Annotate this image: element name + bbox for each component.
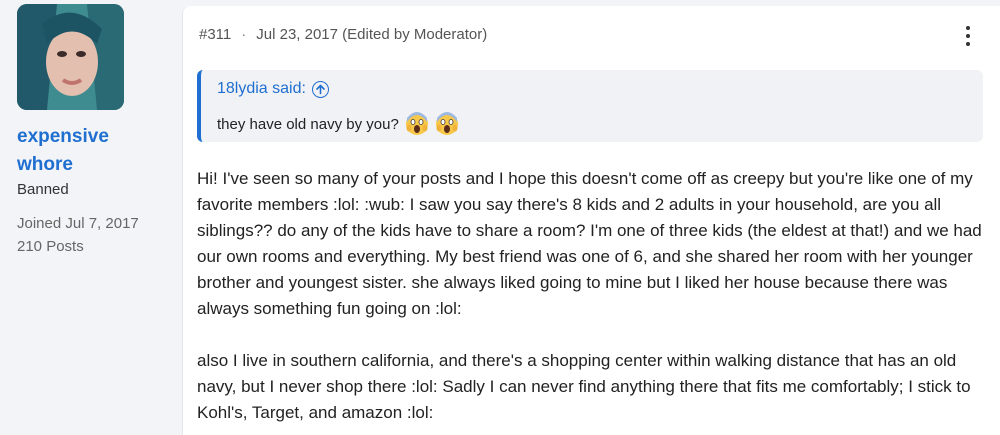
author-joined-date: Joined Jul 7, 2017 xyxy=(17,215,139,232)
post-meta: #311 · Jul 23, 2017 (Edited by Moderator… xyxy=(199,26,487,43)
scream-emoji-icon xyxy=(405,112,428,135)
author-post-count: 210 Posts xyxy=(17,238,84,255)
more-options-icon[interactable] xyxy=(962,24,974,48)
quote-author[interactable]: 18lydia said: xyxy=(217,80,306,98)
post-date: Jul 23, 2017 (Edited by Moderator) xyxy=(256,26,488,43)
scream-emoji-icon xyxy=(435,112,458,135)
author-role: Banned xyxy=(17,181,69,198)
meta-separator: · xyxy=(241,26,247,43)
post-body: Hi! I've seen so many of your posts and … xyxy=(197,166,987,435)
post-card: #311 · Jul 23, 2017 (Edited by Moderator… xyxy=(182,6,1000,435)
post-paragraph: Hi! I've seen so many of your posts and … xyxy=(197,169,982,318)
jump-to-quote-icon[interactable] xyxy=(311,80,329,98)
quote-block: 18lydia said: they have old navy by you? xyxy=(197,70,983,142)
quote-header[interactable]: 18lydia said: xyxy=(217,80,329,98)
avatar-image xyxy=(17,4,124,110)
author-sidebar: expensive whore Banned Joined Jul 7, 201… xyxy=(0,0,182,435)
post-number[interactable]: #311 xyxy=(199,26,231,43)
author-name[interactable]: expensive whore xyxy=(17,123,167,179)
avatar[interactable] xyxy=(17,4,124,110)
quote-body: they have old navy by you? xyxy=(217,112,459,136)
quote-text: they have old navy by you? xyxy=(217,115,399,133)
post-paragraph: also I live in southern california, and … xyxy=(197,351,971,422)
